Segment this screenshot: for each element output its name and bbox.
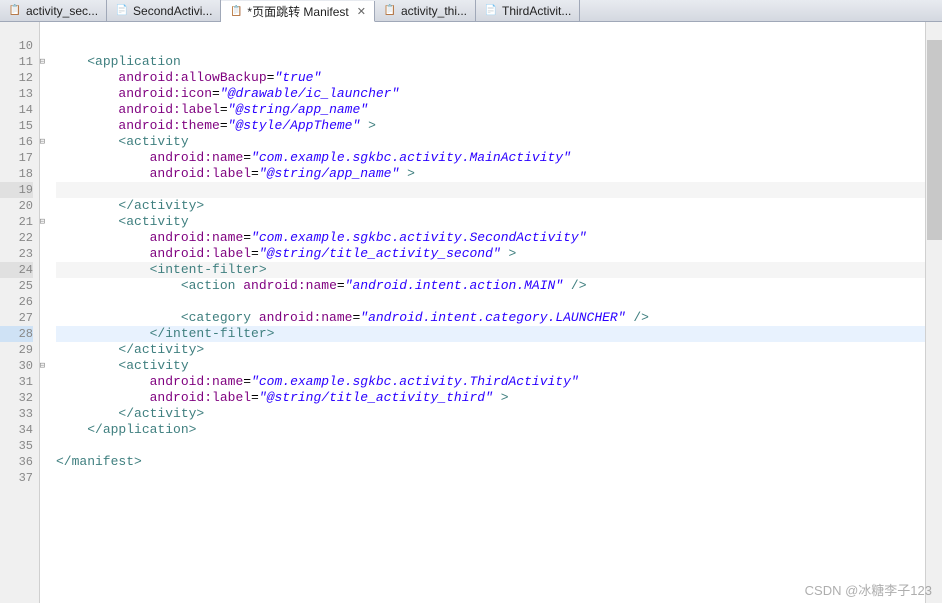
code-area[interactable]: <application android:allowBackup="true" … [40, 22, 942, 603]
line-number: 36 [0, 454, 33, 470]
line-number [0, 22, 33, 38]
code-line[interactable]: <activity [56, 358, 942, 374]
line-number: 23 [0, 246, 33, 262]
line-gutter: 1011121314151617181920212223242526272829… [0, 22, 40, 603]
line-number: 33 [0, 406, 33, 422]
line-number: 24 [0, 262, 33, 278]
line-number: 28 [0, 326, 33, 342]
code-line[interactable]: </application> [56, 422, 942, 438]
code-line[interactable] [56, 38, 942, 54]
xml-file-icon: 📋 [8, 4, 22, 18]
line-number: 20 [0, 198, 33, 214]
line-number: 32 [0, 390, 33, 406]
code-line[interactable] [56, 22, 942, 38]
code-line[interactable]: android:label="@string/title_activity_se… [56, 246, 942, 262]
code-line[interactable]: android:theme="@style/AppTheme" > [56, 118, 942, 134]
line-number: 19 [0, 182, 33, 198]
line-number: 15 [0, 118, 33, 134]
code-line[interactable]: </activity> [56, 342, 942, 358]
code-line[interactable]: android:label="@string/app_name" > [56, 166, 942, 182]
code-line[interactable]: android:name="com.example.sgkbc.activity… [56, 230, 942, 246]
tab-label: ThirdActivit... [502, 4, 571, 18]
java-file-icon: 📄 [115, 4, 129, 18]
code-line[interactable]: </intent-filter> [56, 326, 942, 342]
code-line[interactable]: <activity [56, 214, 942, 230]
tab-label: activity_sec... [26, 4, 98, 18]
line-number: 21 [0, 214, 33, 230]
code-line[interactable]: android:icon="@drawable/ic_launcher" [56, 86, 942, 102]
scroll-thumb[interactable] [927, 40, 942, 240]
xml-file-icon: 📋 [229, 4, 243, 18]
line-number: 25 [0, 278, 33, 294]
code-line[interactable] [56, 294, 942, 310]
code-line[interactable]: android:label="@string/app_name" [56, 102, 942, 118]
code-line[interactable]: <application [56, 54, 942, 70]
editor-tab-2[interactable]: 📋 *页面跳转 Manifest ✕ [221, 1, 375, 22]
java-file-icon: 📄 [484, 4, 498, 18]
line-number: 29 [0, 342, 33, 358]
code-line[interactable]: </activity> [56, 406, 942, 422]
line-number: 35 [0, 438, 33, 454]
code-line[interactable]: <activity [56, 134, 942, 150]
line-number: 16 [0, 134, 33, 150]
editor-tab-3[interactable]: 📋 activity_thi... [375, 0, 476, 21]
code-line[interactable]: </manifest> [56, 454, 942, 470]
tab-label: SecondActivi... [133, 4, 212, 18]
line-number: 13 [0, 86, 33, 102]
editor-tab-4[interactable]: 📄 ThirdActivit... [476, 0, 580, 21]
editor-tab-1[interactable]: 📄 SecondActivi... [107, 0, 221, 21]
line-number: 17 [0, 150, 33, 166]
code-line[interactable]: android:name="com.example.sgkbc.activity… [56, 374, 942, 390]
tab-label: *页面跳转 Manifest [247, 3, 348, 20]
line-number: 30 [0, 358, 33, 374]
code-line[interactable]: <category android:name="android.intent.c… [56, 310, 942, 326]
line-number: 31 [0, 374, 33, 390]
code-editor: 1011121314151617181920212223242526272829… [0, 22, 942, 603]
xml-file-icon: 📋 [383, 4, 397, 18]
code-line[interactable]: <action android:name="android.intent.act… [56, 278, 942, 294]
vertical-scrollbar[interactable] [925, 22, 942, 603]
code-line[interactable]: android:name="com.example.sgkbc.activity… [56, 150, 942, 166]
line-number: 14 [0, 102, 33, 118]
line-number: 27 [0, 310, 33, 326]
code-line[interactable]: android:allowBackup="true" [56, 70, 942, 86]
tab-bar: 📋 activity_sec... 📄 SecondActivi... 📋 *页面跳转 M… [0, 0, 942, 22]
line-number: 22 [0, 230, 33, 246]
line-number: 18 [0, 166, 33, 182]
line-number: 34 [0, 422, 33, 438]
code-line[interactable]: android:label="@string/title_activity_th… [56, 390, 942, 406]
code-line[interactable] [56, 438, 942, 454]
line-number: 26 [0, 294, 33, 310]
line-number: 37 [0, 470, 33, 486]
tab-label: activity_thi... [401, 4, 467, 18]
close-icon[interactable]: ✕ [357, 5, 366, 18]
code-line[interactable]: <intent-filter> [56, 262, 942, 278]
code-line[interactable]: </activity> [56, 198, 942, 214]
line-number: 10 [0, 38, 33, 54]
code-line[interactable] [56, 470, 942, 486]
editor-tab-0[interactable]: 📋 activity_sec... [0, 0, 107, 21]
line-number: 11 [0, 54, 33, 70]
code-line[interactable] [56, 182, 942, 198]
line-number: 12 [0, 70, 33, 86]
